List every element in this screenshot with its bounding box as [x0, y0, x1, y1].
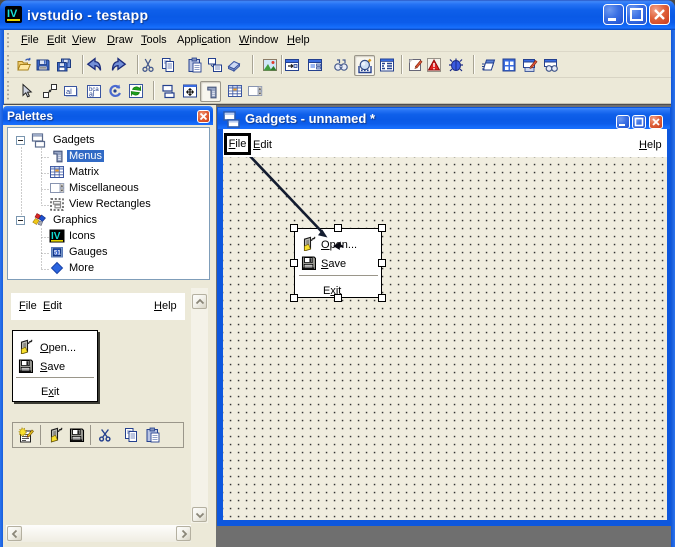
svg-text:al: al	[89, 92, 95, 99]
svg-text:51: 51	[54, 251, 61, 257]
svg-text:al: al	[66, 87, 72, 96]
svg-text:IV: IV	[7, 8, 18, 20]
